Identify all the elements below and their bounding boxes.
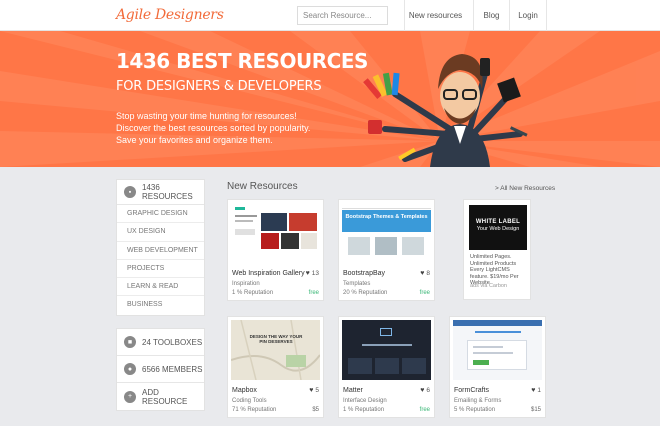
category-learn-read[interactable]: LEARN & READ — [117, 278, 204, 297]
hero-subtitle: FOR DESIGNERS & DEVELOPERS — [116, 79, 322, 94]
heart-icon: ♥ — [420, 270, 425, 277]
resource-price: free — [419, 407, 430, 413]
resource-card[interactable]: Bootstrap Themes & Templates BootstrapBa… — [338, 199, 435, 301]
category-graphic-design[interactable]: GRAPHIC DESIGN — [117, 205, 204, 224]
search-input[interactable]: Search Resource... — [297, 6, 388, 25]
nav-new-resources[interactable]: New resources — [404, 0, 466, 31]
resources-count-item[interactable]: ▪ 1436 RESOURCES — [117, 180, 204, 205]
heart-icon: ♥ — [531, 387, 536, 394]
likes-value: 6 — [426, 387, 430, 394]
toolboxes-label: 24 TOOLBOXES — [142, 337, 203, 347]
resources-count-label: 1436 RESOURCES — [142, 183, 193, 201]
toolboxes-item[interactable]: ■ 24 TOOLBOXES — [117, 329, 204, 356]
resource-thumbnail[interactable] — [231, 203, 320, 263]
top-navbar: Agile Designers Search Resource... New r… — [0, 0, 660, 31]
likes-value: 5 — [315, 387, 319, 394]
resource-name[interactable]: BootstrapBay — [343, 270, 385, 277]
section-title: New Resources — [227, 181, 298, 192]
hero-title: 1436 BEST RESOURCES — [116, 49, 368, 73]
ad-image-title: WHITE LABEL — [475, 219, 521, 225]
ad-image[interactable]: WHITE LABEL Your Web Design — [469, 205, 527, 250]
toolbox-icon: ■ — [124, 336, 136, 348]
resource-reputation: 20 % Reputation — [343, 290, 388, 296]
resource-thumbnail[interactable]: DESIGN THE WAY YOUR PIN DESERVES — [231, 320, 320, 380]
carbon-ad[interactable]: WHITE LABEL Your Web Design Unlimited Pa… — [463, 199, 531, 300]
hero-line-3: Save your favorites and organize them. — [116, 135, 273, 145]
resource-thumbnail[interactable] — [342, 320, 431, 380]
coffee-mug-icon — [368, 120, 382, 134]
thumb-heading: Bootstrap Themes & Templates — [345, 214, 428, 220]
ad-via-carbon[interactable]: ads via Carbon — [470, 283, 507, 289]
members-label: 6566 MEMBERS — [142, 364, 203, 374]
hero-line-1: Stop wasting your time hunting for resou… — [116, 111, 297, 121]
resource-name[interactable]: Matter — [343, 387, 363, 394]
category-web-development[interactable]: WEB DEVELOPMENT — [117, 242, 204, 260]
nav-blog[interactable]: Blog — [473, 0, 509, 31]
likes-count[interactable]: ♥ 6 — [420, 387, 430, 394]
hero-line-2: Discover the best resources sorted by po… — [116, 123, 311, 133]
resource-reputation: 5 % Reputation — [454, 407, 496, 413]
resource-name[interactable]: Web Inspiration Gallery — [232, 270, 305, 277]
ad-text[interactable]: Unlimited Pages. Unlimited Products Ever… — [470, 254, 528, 287]
category-ux-design[interactable]: UX DESIGN — [117, 223, 204, 242]
resource-card[interactable]: FormCrafts ♥ 1 Emailing & Forms 5 % Reput… — [449, 316, 546, 418]
stats-panel: ■ 24 TOOLBOXES ● 6566 MEMBERS + ADD RESO… — [116, 328, 205, 411]
resource-reputation: 71 % Reputation — [232, 407, 277, 413]
add-resource-button[interactable]: + ADD RESOURCE — [117, 383, 204, 410]
likes-count[interactable]: ♥ 13 — [306, 270, 319, 277]
category-projects[interactable]: PROJECTS — [117, 260, 204, 279]
folder-icon: ▪ — [124, 186, 136, 198]
resource-name[interactable]: FormCrafts — [454, 387, 489, 394]
all-new-resources-link[interactable]: > All New Resources — [495, 185, 555, 192]
likes-value: 13 — [311, 270, 319, 277]
likes-value: 1 — [537, 387, 541, 394]
add-resource-label: ADD RESOURCE — [142, 387, 188, 406]
site-logo[interactable]: Agile Designers — [116, 7, 224, 23]
resource-price: free — [419, 290, 430, 296]
likes-value: 8 — [426, 270, 430, 277]
resource-name[interactable]: Mapbox — [232, 387, 257, 394]
members-item[interactable]: ● 6566 MEMBERS — [117, 356, 204, 383]
resource-thumbnail[interactable] — [453, 320, 542, 380]
likes-count[interactable]: ♥ 5 — [309, 387, 319, 394]
heart-icon: ♥ — [305, 270, 310, 277]
heart-icon: ♥ — [420, 387, 425, 394]
map-preview — [231, 320, 320, 380]
category-business[interactable]: BUSINESS — [117, 296, 204, 314]
resource-card[interactable]: Matter ♥ 6 Interface Design 1 % Reputatio… — [338, 316, 435, 418]
resource-card[interactable]: Web Inspiration Gallery ♥ 13 Inspiration … — [227, 199, 324, 301]
resource-category: Coding Tools — [232, 398, 267, 404]
add-icon: + — [124, 390, 136, 403]
resource-price: $5 — [312, 407, 319, 413]
resource-category: Inspiration — [232, 281, 260, 287]
heart-icon: ♥ — [309, 387, 314, 394]
thumb-heading: DESIGN THE WAY YOUR PIN DESERVES — [249, 334, 303, 344]
members-icon: ● — [124, 363, 136, 375]
resource-price: free — [308, 290, 319, 296]
resource-category: Interface Design — [343, 398, 387, 404]
resource-price: $15 — [530, 407, 541, 413]
nav-login[interactable]: Login — [509, 0, 547, 31]
resource-thumbnail[interactable]: Bootstrap Themes & Templates — [342, 203, 431, 263]
designer-mascot-illustration — [363, 54, 528, 167]
categories-panel: ▪ 1436 RESOURCES GRAPHIC DESIGN UX DESIG… — [116, 179, 205, 316]
likes-count[interactable]: ♥ 1 — [531, 387, 541, 394]
resource-category: Templates — [343, 281, 371, 287]
resource-category: Emailing & Forms — [454, 398, 502, 404]
resource-reputation: 1 % Reputation — [232, 290, 274, 296]
resource-reputation: 1 % Reputation — [343, 407, 385, 413]
resource-card[interactable]: DESIGN THE WAY YOUR PIN DESERVES Mapbox … — [227, 316, 324, 418]
phone-icon — [480, 58, 490, 76]
likes-count[interactable]: ♥ 8 — [420, 270, 430, 277]
ad-image-subtitle: Your Web Design — [476, 226, 520, 232]
